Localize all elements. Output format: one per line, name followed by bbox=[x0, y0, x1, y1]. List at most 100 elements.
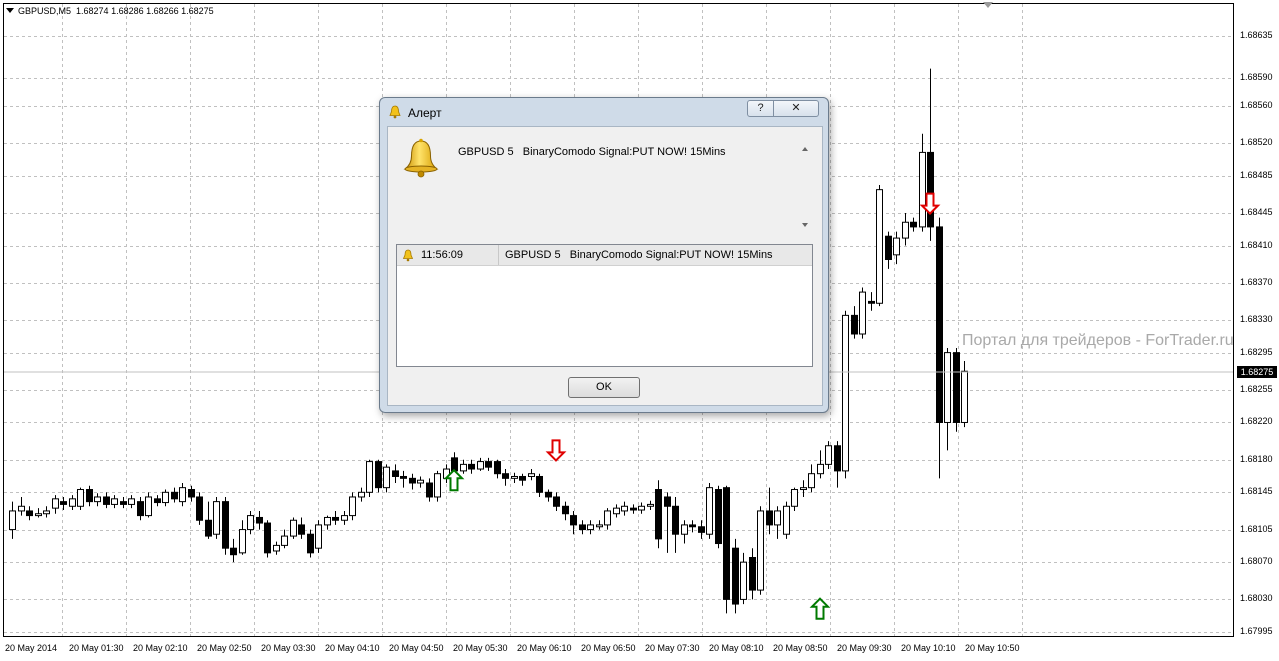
bell-icon bbox=[389, 105, 401, 119]
candle-body bbox=[103, 496, 110, 505]
candle-body bbox=[562, 505, 569, 515]
candle-body bbox=[290, 519, 297, 537]
candle-body bbox=[434, 473, 441, 498]
candle-body bbox=[205, 519, 212, 537]
candle-body bbox=[681, 524, 688, 535]
candle-body bbox=[553, 496, 560, 507]
candle-body bbox=[706, 487, 713, 535]
close-button[interactable]: ✕ bbox=[773, 100, 819, 117]
candle-body bbox=[222, 501, 229, 549]
time-tick-label: 20 May 03:30 bbox=[261, 643, 316, 653]
candle-body bbox=[502, 473, 509, 479]
symbol-name: GBPUSD,M5 bbox=[18, 6, 72, 16]
candle-body bbox=[800, 487, 807, 491]
candle-body bbox=[247, 515, 254, 531]
chart-shift-marker-icon[interactable] bbox=[983, 2, 993, 8]
candle-body bbox=[834, 445, 841, 472]
time-tick-label: 20 May 06:10 bbox=[517, 643, 572, 653]
candle-body bbox=[366, 461, 373, 493]
candle-body bbox=[94, 496, 101, 503]
alert-log-list[interactable]: 11:56:09 GBPUSD 5 BinaryComodo Signal:PU… bbox=[396, 244, 813, 367]
time-tick-label: 20 May 08:10 bbox=[709, 643, 764, 653]
candle-body bbox=[111, 498, 118, 505]
candle-body bbox=[647, 503, 654, 507]
candle-body bbox=[426, 482, 433, 498]
candle-body bbox=[145, 496, 152, 517]
scroll-down-icon[interactable] bbox=[802, 223, 808, 227]
message-scrollbar[interactable] bbox=[799, 143, 813, 235]
alert-message: GBPUSD 5 BinaryComodo Signal:PUT NOW! 15… bbox=[458, 146, 726, 158]
time-tick-label: 20 May 08:50 bbox=[773, 643, 828, 653]
candle-body bbox=[808, 473, 815, 489]
candle-body bbox=[723, 487, 730, 600]
candle-body bbox=[451, 457, 458, 472]
candle-body bbox=[43, 510, 50, 515]
sell-arrow-icon bbox=[545, 439, 567, 462]
time-tick-label: 20 May 04:50 bbox=[389, 643, 444, 653]
candle-body bbox=[375, 461, 382, 489]
candle-body bbox=[740, 561, 747, 600]
candle-body bbox=[128, 498, 135, 505]
candle-body bbox=[256, 516, 263, 524]
candle-body bbox=[188, 489, 195, 498]
candle-body bbox=[400, 475, 407, 479]
candle-body bbox=[9, 510, 16, 531]
candle-body bbox=[324, 516, 331, 526]
candle-body bbox=[876, 189, 883, 304]
help-button[interactable]: ? bbox=[747, 100, 774, 117]
candle-body bbox=[953, 352, 960, 423]
price-tick-label: 1.68370 bbox=[1240, 277, 1273, 287]
candle-body bbox=[154, 498, 161, 504]
candle-body bbox=[749, 557, 756, 591]
buy-arrow-icon bbox=[809, 597, 831, 620]
candle-body bbox=[171, 491, 178, 500]
ok-button[interactable]: OK bbox=[568, 377, 640, 398]
time-tick-label: 20 May 05:30 bbox=[453, 643, 508, 653]
time-tick-label: 20 May 04:10 bbox=[325, 643, 380, 653]
price-tick-label: 1.68145 bbox=[1240, 486, 1273, 496]
candle-body bbox=[196, 496, 203, 521]
price-tick-label: 1.68220 bbox=[1240, 416, 1273, 426]
alert-dialog: Алерт ? ✕ GBPUSD 5 BinaryComodo Signal:P… bbox=[379, 97, 829, 413]
candle-body bbox=[545, 491, 552, 498]
list-item[interactable]: 11:56:09 GBPUSD 5 BinaryComodo Signal:PU… bbox=[397, 245, 812, 266]
candle-body bbox=[783, 505, 790, 535]
candle-body bbox=[18, 505, 25, 512]
candle-body bbox=[842, 314, 849, 472]
candle-body bbox=[358, 491, 365, 498]
price-tick-label: 1.68445 bbox=[1240, 207, 1273, 217]
price-tick-label: 1.68485 bbox=[1240, 170, 1273, 180]
log-time: 11:56:09 bbox=[421, 249, 464, 261]
candle-body bbox=[77, 489, 84, 507]
time-tick-label: 20 May 01:30 bbox=[69, 643, 124, 653]
candle-body bbox=[587, 524, 594, 531]
price-tick-label: 1.68330 bbox=[1240, 314, 1273, 324]
candle-body bbox=[919, 151, 926, 228]
candle-body bbox=[332, 516, 339, 521]
candle-body bbox=[239, 529, 246, 554]
candle-body bbox=[69, 498, 76, 507]
candle-body bbox=[579, 524, 586, 531]
candle-body bbox=[757, 510, 764, 591]
time-tick-label: 20 May 02:50 bbox=[197, 643, 252, 653]
symbol-dropdown-icon[interactable] bbox=[6, 8, 14, 13]
candle-body bbox=[137, 501, 144, 517]
candle-body bbox=[689, 524, 696, 528]
candle-body bbox=[536, 475, 543, 493]
candle-body bbox=[885, 235, 892, 260]
watermark-text: Портал для трейдеров - ForTrader.ru bbox=[962, 332, 1234, 349]
log-message: GBPUSD 5 BinaryComodo Signal:PUT NOW! 15… bbox=[505, 249, 773, 261]
candle-body bbox=[213, 501, 220, 535]
candle-body bbox=[417, 479, 424, 484]
candle-body bbox=[468, 463, 475, 470]
candle-body bbox=[26, 510, 33, 517]
dialog-body: GBPUSD 5 BinaryComodo Signal:PUT NOW! 15… bbox=[387, 126, 823, 406]
candle-body bbox=[485, 461, 492, 468]
candle-body bbox=[460, 463, 467, 472]
candle-body bbox=[120, 501, 127, 505]
column-divider bbox=[498, 245, 499, 265]
price-tick-label: 1.68635 bbox=[1240, 30, 1273, 40]
scroll-up-icon[interactable] bbox=[802, 147, 808, 151]
candle-body bbox=[477, 461, 484, 470]
message-area: GBPUSD 5 BinaryComodo Signal:PUT NOW! 15… bbox=[388, 127, 822, 237]
